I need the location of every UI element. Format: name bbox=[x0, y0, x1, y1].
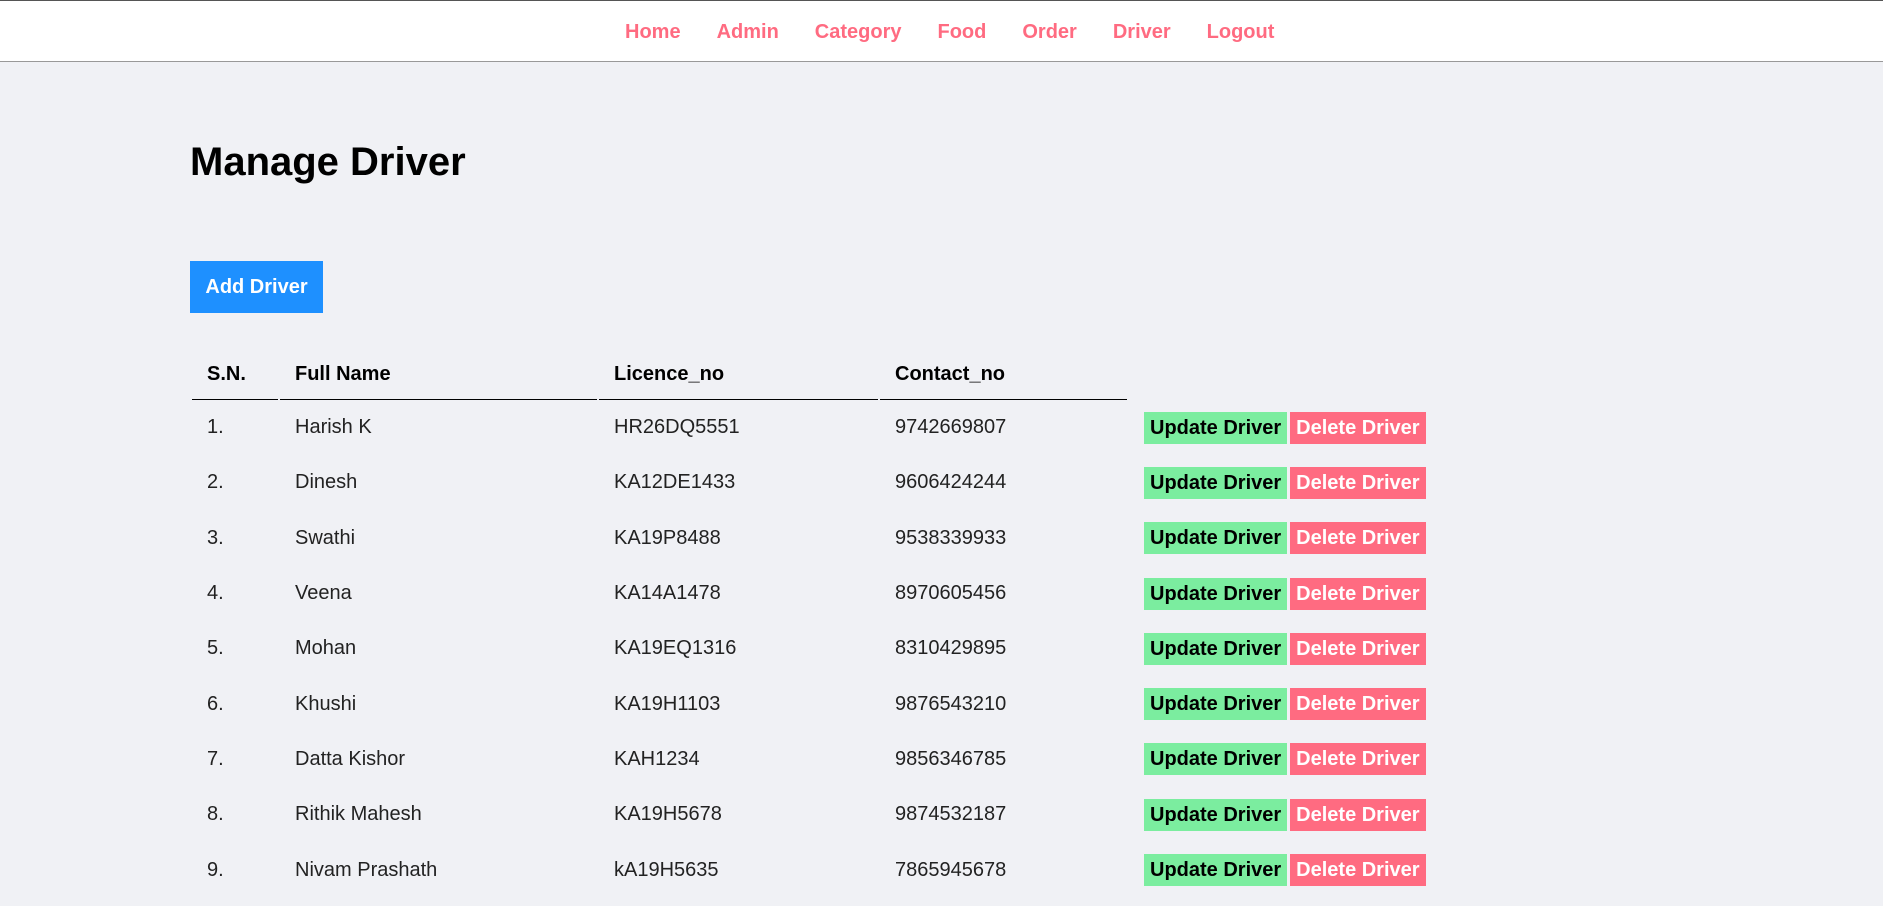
cell-contact-no: 9856346785 bbox=[895, 747, 1007, 770]
add-driver-button[interactable]: Add Driver bbox=[190, 261, 323, 313]
table-row: 9. Nivam Prashath kA19H5635 7865945678 Updat… bbox=[192, 842, 1426, 897]
header-sn: S.N. bbox=[192, 350, 278, 400]
cell-full-name: Swathi bbox=[295, 526, 356, 549]
header-actions bbox=[1129, 350, 1426, 400]
cell-sn: 2. bbox=[207, 471, 224, 494]
cell-full-name: Mohan bbox=[295, 637, 357, 660]
cell-full-name: Harish K bbox=[295, 416, 372, 439]
cell-licence-no: KA19H5678 bbox=[614, 803, 722, 826]
header-full-name: Full Name bbox=[280, 350, 597, 400]
update-driver-button[interactable]: Update Driver bbox=[1144, 798, 1288, 831]
table-row: 2. Dinesh KA12DE1433 9606424244 Update Drive… bbox=[192, 455, 1426, 510]
cell-full-name: Rithik Mahesh bbox=[295, 803, 422, 826]
nav-food-link[interactable]: Food bbox=[938, 20, 987, 44]
table-header-row: S.N. Full Name Licence_no Contact_no bbox=[192, 350, 1426, 400]
nav-admin-link[interactable]: Admin bbox=[717, 20, 779, 44]
nav-category-link[interactable]: Category bbox=[815, 20, 902, 44]
update-driver-button[interactable]: Update Driver bbox=[1144, 577, 1288, 610]
cell-sn: 8. bbox=[207, 803, 224, 826]
table-row: 5. Mohan KA19EQ1316 8310429895 Update Driver… bbox=[192, 621, 1426, 676]
cell-contact-no: 9538339933 bbox=[895, 526, 1007, 549]
cell-licence-no: HR26DQ5551 bbox=[614, 416, 740, 439]
cell-full-name: Dinesh bbox=[295, 471, 358, 494]
main-nav: Home Admin Category Food Order Driver Lo… bbox=[625, 20, 1310, 44]
update-driver-button[interactable]: Update Driver bbox=[1144, 632, 1288, 665]
update-driver-button[interactable]: Update Driver bbox=[1144, 688, 1288, 721]
nav-logout-link[interactable]: Logout bbox=[1207, 20, 1275, 44]
cell-sn: 4. bbox=[207, 582, 224, 605]
update-driver-button[interactable]: Update Driver bbox=[1144, 743, 1288, 776]
cell-licence-no: KA14A1478 bbox=[614, 582, 721, 605]
cell-contact-no: 8970605456 bbox=[895, 582, 1007, 605]
cell-licence-no: KA19P8488 bbox=[614, 526, 721, 549]
cell-licence-no: kA19H5635 bbox=[614, 858, 719, 881]
cell-actions: Update Driver Delete Driver bbox=[1129, 787, 1426, 842]
page-title: Manage Driver bbox=[190, 140, 466, 184]
cell-full-name: Nivam Prashath bbox=[295, 858, 438, 881]
update-driver-button[interactable]: Update Driver bbox=[1144, 522, 1288, 555]
delete-driver-button[interactable]: Delete Driver bbox=[1290, 798, 1426, 831]
nav-driver-link[interactable]: Driver bbox=[1113, 20, 1171, 44]
cell-actions: Update Driver Delete Driver bbox=[1129, 566, 1426, 621]
table-body: 1. Harish K HR26DQ5551 9742669807 Update Dri… bbox=[192, 400, 1426, 898]
cell-contact-no: 9606424244 bbox=[895, 471, 1007, 494]
cell-full-name: Khushi bbox=[295, 692, 357, 715]
cell-licence-no: KA12DE1433 bbox=[614, 471, 736, 494]
table-row: 7. Datta Kishor KAH1234 9856346785 Update Dr… bbox=[192, 732, 1426, 787]
cell-licence-no: KAH1234 bbox=[614, 747, 700, 770]
cell-actions: Update Driver Delete Driver bbox=[1129, 621, 1426, 676]
cell-sn: 9. bbox=[207, 858, 224, 881]
table-row: 4. Veena KA14A1478 8970605456 Update Driver D… bbox=[192, 566, 1426, 621]
cell-contact-no: 8310429895 bbox=[895, 637, 1007, 660]
cell-full-name: Datta Kishor bbox=[295, 747, 406, 770]
update-driver-button[interactable]: Update Driver bbox=[1144, 466, 1288, 499]
update-driver-button[interactable]: Update Driver bbox=[1144, 854, 1288, 887]
cell-sn: 1. bbox=[207, 416, 224, 439]
cell-actions: Update Driver Delete Driver bbox=[1129, 842, 1426, 897]
cell-sn: 7. bbox=[207, 747, 224, 770]
cell-full-name: Veena bbox=[295, 582, 352, 605]
table-row: 8. Rithik Mahesh KA19H5678 9874532187 Update… bbox=[192, 787, 1426, 842]
delete-driver-button[interactable]: Delete Driver bbox=[1290, 632, 1426, 665]
cell-contact-no: 9876543210 bbox=[895, 692, 1007, 715]
delete-driver-button[interactable]: Delete Driver bbox=[1290, 466, 1426, 499]
cell-actions: Update Driver Delete Driver bbox=[1129, 511, 1426, 566]
cell-actions: Update Driver Delete Driver bbox=[1129, 400, 1426, 455]
delete-driver-button[interactable]: Delete Driver bbox=[1290, 522, 1426, 555]
update-driver-button[interactable]: Update Driver bbox=[1144, 411, 1288, 444]
cell-actions: Update Driver Delete Driver bbox=[1129, 455, 1426, 510]
cell-contact-no: 7865945678 bbox=[895, 858, 1007, 881]
nav-order-link[interactable]: Order bbox=[1022, 20, 1076, 44]
delete-driver-button[interactable]: Delete Driver bbox=[1290, 688, 1426, 721]
driver-table: S.N. Full Name Licence_no Contact_no 1. H… bbox=[190, 350, 1428, 898]
delete-driver-button[interactable]: Delete Driver bbox=[1290, 743, 1426, 776]
header-contact-no: Contact_no bbox=[880, 350, 1127, 400]
cell-actions: Update Driver Delete Driver bbox=[1129, 732, 1426, 787]
header-licence-no: Licence_no bbox=[599, 350, 878, 400]
top-nav-bar: Home Admin Category Food Order Driver Lo… bbox=[0, 0, 1883, 62]
cell-contact-no: 9742669807 bbox=[895, 416, 1007, 439]
delete-driver-button[interactable]: Delete Driver bbox=[1290, 411, 1426, 444]
cell-licence-no: KA19EQ1316 bbox=[614, 637, 737, 660]
delete-driver-button[interactable]: Delete Driver bbox=[1290, 854, 1426, 887]
cell-sn: 6. bbox=[207, 692, 224, 715]
cell-contact-no: 9874532187 bbox=[895, 803, 1007, 826]
cell-actions: Update Driver Delete Driver bbox=[1129, 676, 1426, 731]
cell-sn: 3. bbox=[207, 526, 224, 549]
table-row: 1. Harish K HR26DQ5551 9742669807 Update Dri… bbox=[192, 400, 1426, 455]
table-row: 3. Swathi KA19P8488 9538339933 Update Driver… bbox=[192, 511, 1426, 566]
delete-driver-button[interactable]: Delete Driver bbox=[1290, 577, 1426, 610]
cell-sn: 5. bbox=[207, 637, 224, 660]
table-row: 6. Khushi KA19H1103 9876543210 Update Driver… bbox=[192, 676, 1426, 731]
nav-home-link[interactable]: Home bbox=[625, 20, 681, 44]
cell-licence-no: KA19H1103 bbox=[614, 692, 721, 715]
